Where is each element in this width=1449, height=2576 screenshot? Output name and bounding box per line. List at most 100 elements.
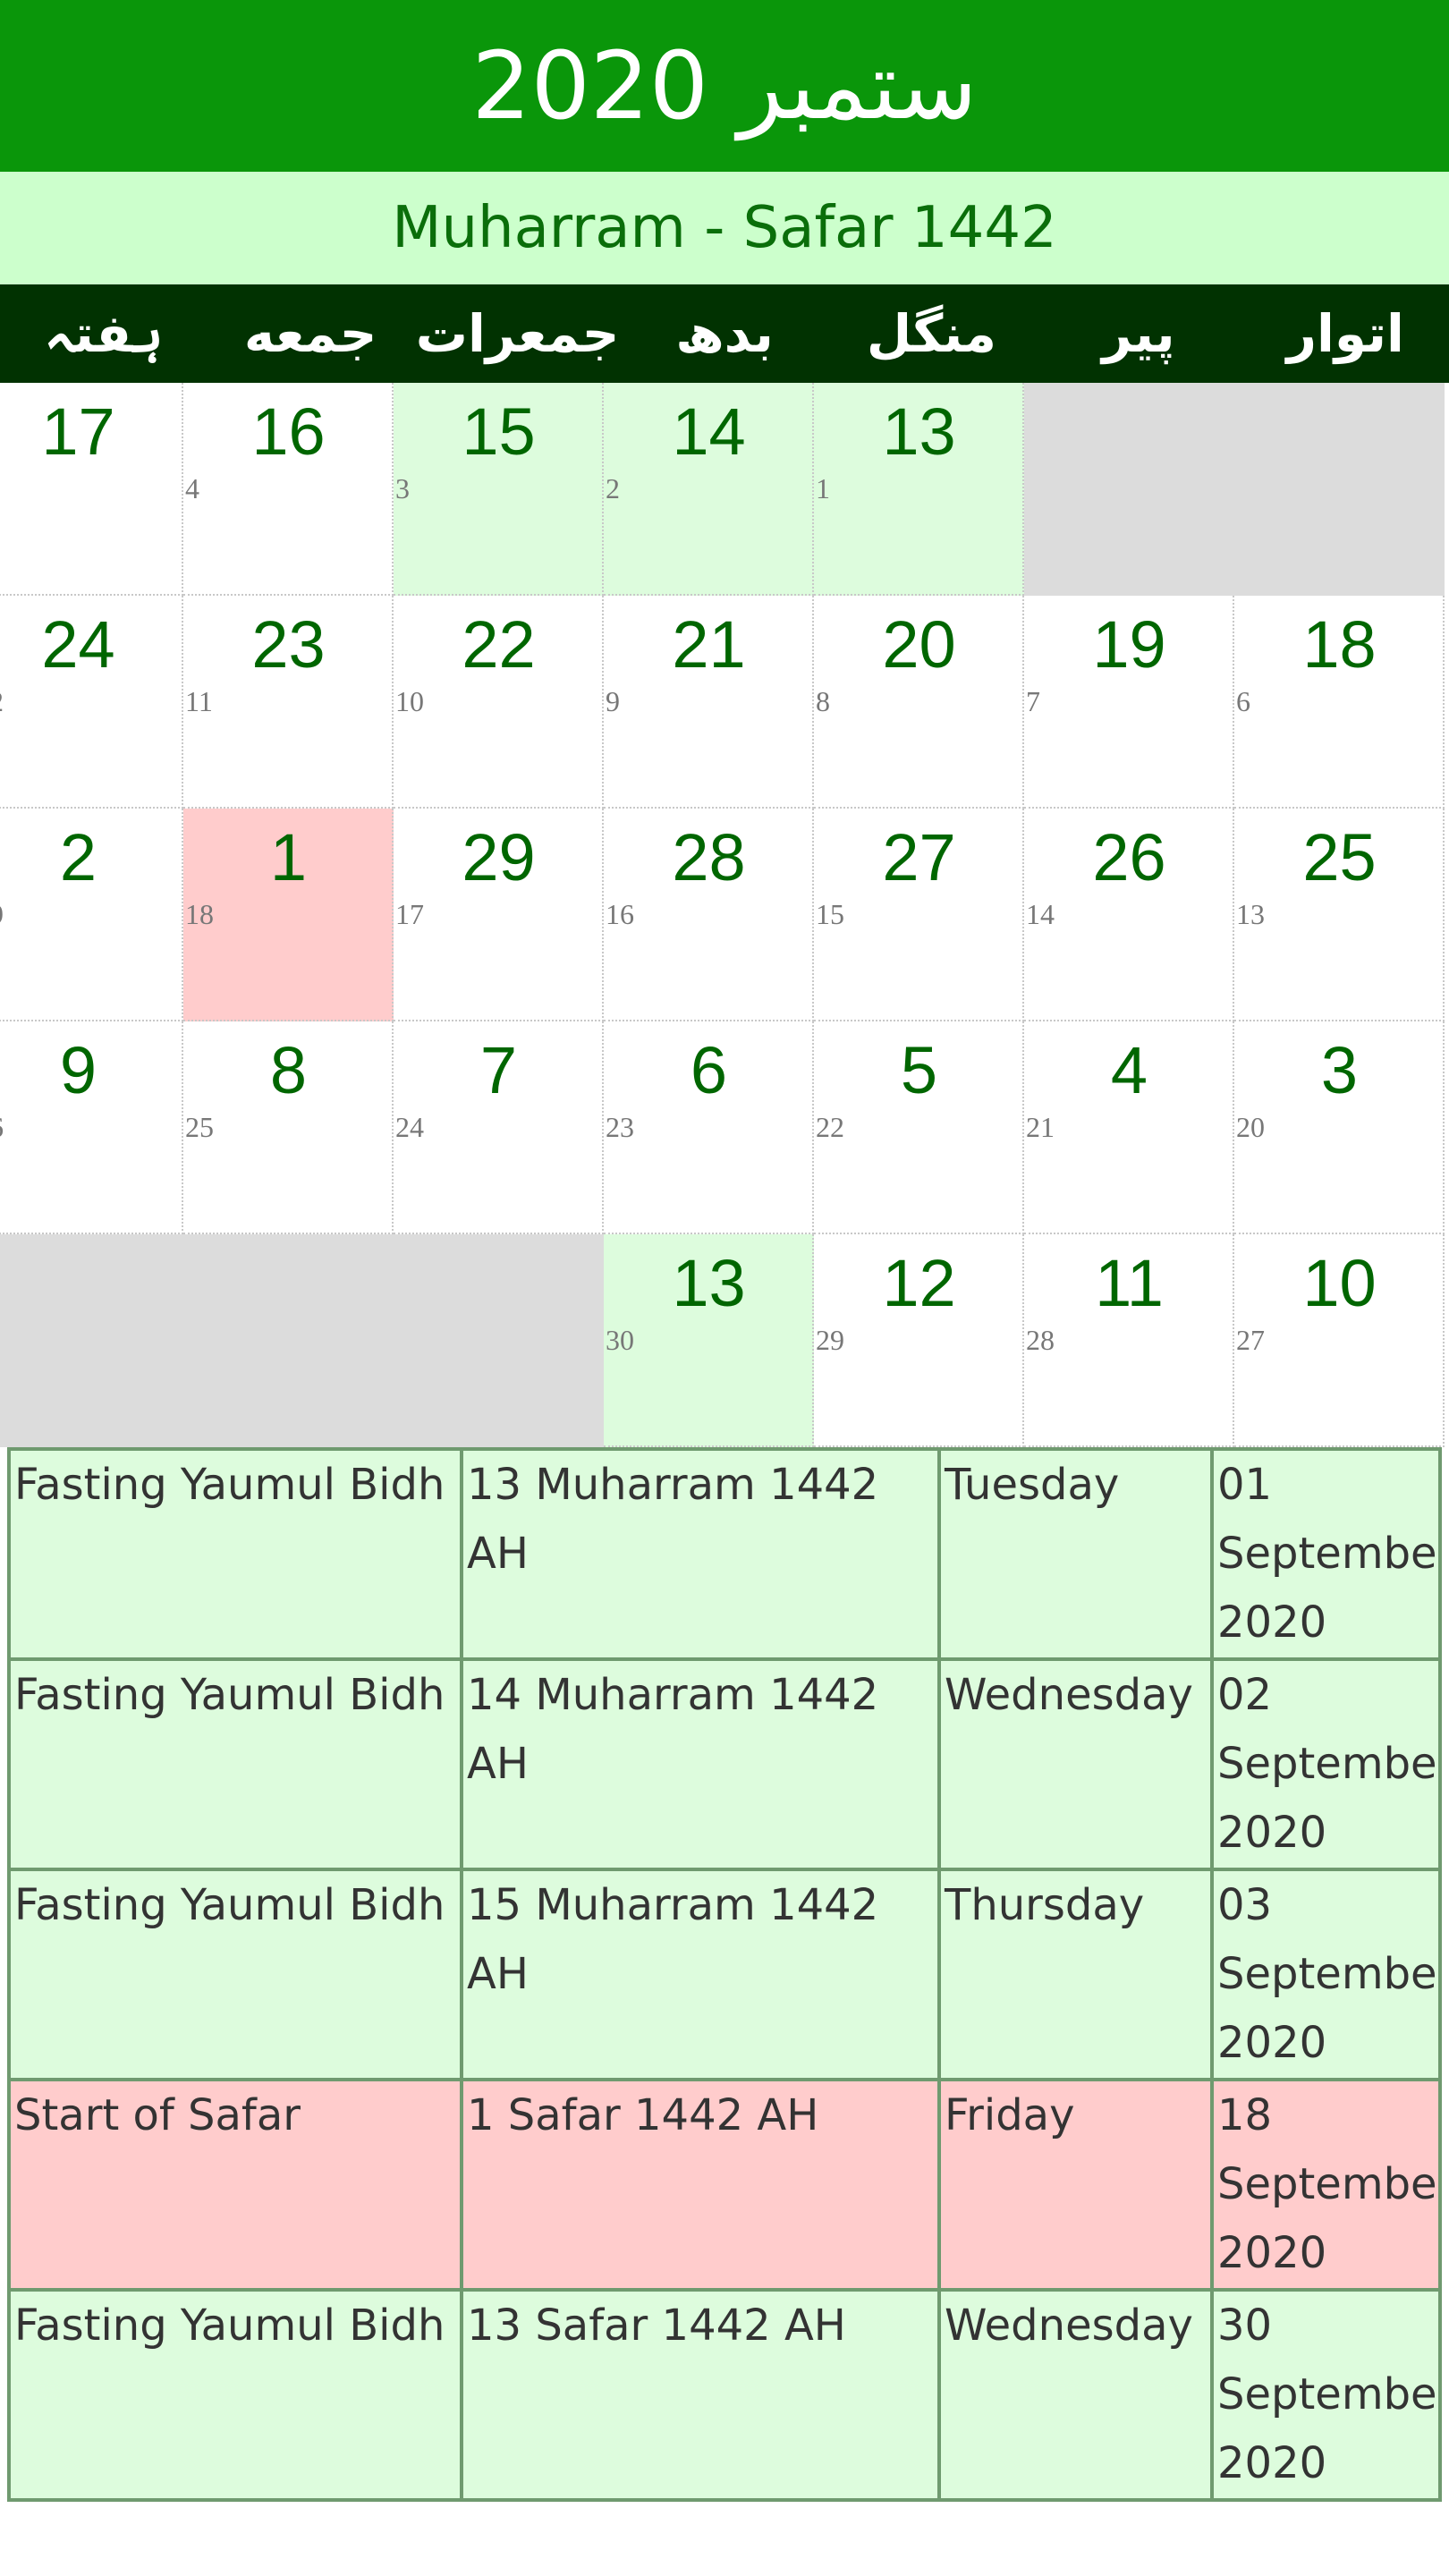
gregorian-day-number: 13: [672, 1246, 746, 1320]
calendar-day-cell[interactable]: 18 6: [1234, 596, 1445, 809]
calendar-day-cell[interactable]: 20 8: [814, 596, 1024, 809]
event-date-part: 03: [1217, 1880, 1273, 1930]
event-name: Fasting Yaumul Bidh: [7, 1447, 463, 1661]
weekday-tuesday: منگل: [866, 303, 996, 364]
calendar-day-cell[interactable]: 4 21: [1024, 1021, 1234, 1234]
calendar-cell-empty: [1234, 383, 1445, 596]
event-gregorian-date: 30 September 2020: [1210, 2288, 1442, 2502]
calendar-day-cell[interactable]: 19 7: [1024, 596, 1234, 809]
calendar-day-cell[interactable]: 1 18: [183, 809, 394, 1021]
event-row: Fasting Yaumul Bidh 13 Safar 1442 AH Wedne…: [7, 2288, 1442, 2502]
gregorian-day-number: 8: [269, 1033, 308, 1107]
weekday-sunday: اتوار: [1286, 303, 1404, 364]
event-date-part: September: [1217, 1529, 1440, 1579]
calendar-day-cell[interactable]: 22 10: [394, 596, 604, 809]
gregorian-day-number: 22: [462, 607, 536, 682]
gregorian-day-number: 18: [1302, 607, 1377, 682]
event-hijri-date: 13 Safar 1442 AH: [460, 2288, 941, 2502]
gregorian-day-number: 26: [1092, 820, 1166, 894]
hijri-day-number: 28: [1026, 1324, 1055, 1356]
hijri-day-number: 26: [0, 1111, 4, 1144]
calendar-day-cell[interactable]: 13 1: [814, 383, 1024, 596]
hijri-day-number: 22: [816, 1111, 844, 1143]
gregorian-day-number: 19: [1092, 607, 1166, 682]
calendar-day-cell[interactable]: 26 14: [1024, 809, 1234, 1021]
event-hijri-date: 14 Muharram 1442 AH: [460, 1657, 941, 1871]
calendar-day-cell[interactable]: 10 27: [1234, 1234, 1445, 1447]
calendar-day-cell[interactable]: 14 2: [604, 383, 814, 596]
gregorian-day-number: 15: [462, 394, 536, 469]
calendar-day-cell[interactable]: 6 23: [604, 1021, 814, 1234]
event-hijri-date: 15 Muharram 1442 AH: [460, 1868, 941, 2081]
gregorian-day-number: 5: [900, 1033, 938, 1107]
event-name: Start of Safar: [7, 2078, 463, 2292]
weekday-saturday: ہفتہ: [44, 303, 164, 364]
weekday-thursday: جمعرات: [415, 303, 620, 364]
calendar-day-cell[interactable]: 16 4: [183, 383, 394, 596]
gregorian-day-number: 9: [59, 1033, 97, 1107]
hijri-day-number: 27: [1236, 1324, 1265, 1356]
calendar-day-cell[interactable]: 25 13: [1234, 809, 1445, 1021]
hijri-day-number: 6: [1236, 685, 1250, 717]
hijri-day-number: 11: [185, 685, 213, 717]
hijri-month-title: Muharram - Safar 1442: [392, 195, 1057, 261]
event-date-part: 02: [1217, 1670, 1273, 1720]
calendar-day-cell[interactable]: 9 26: [0, 1021, 183, 1234]
gregorian-day-number: 29: [462, 820, 536, 894]
event-date-part: 2020: [1217, 2438, 1327, 2488]
hijri-day-number: 14: [1026, 898, 1055, 930]
gregorian-day-number: 25: [1302, 820, 1377, 894]
gregorian-day-number: 3: [1320, 1033, 1359, 1107]
gregorian-day-number: 16: [251, 394, 326, 469]
calendar-day-cell[interactable]: 27 15: [814, 809, 1024, 1021]
calendar-cell-empty: [394, 1234, 604, 1447]
calendar-cell-empty: [183, 1234, 394, 1447]
event-date-part: 2020: [1217, 1808, 1327, 1858]
calendar-cell-empty: [1024, 383, 1234, 596]
calendar-app: ستمبر 2020 Muharram - Safar 1442 اتوار پ…: [0, 0, 1449, 2576]
gregorian-day-number: 2: [59, 820, 97, 894]
gregorian-day-number: 23: [251, 607, 326, 682]
gregorian-day-number: 13: [882, 394, 956, 469]
calendar-day-cell[interactable]: 29 17: [394, 809, 604, 1021]
calendar-day-cell[interactable]: 7 24: [394, 1021, 604, 1234]
calendar-day-cell[interactable]: 12 29: [814, 1234, 1024, 1447]
event-weekday: Friday: [937, 2078, 1214, 2292]
event-hijri-date: 1 Safar 1442 AH: [460, 2078, 941, 2292]
calendar-day-cell[interactable]: 219: [604, 596, 814, 809]
gregorian-day-number: 20: [882, 607, 956, 682]
calendar-day-cell[interactable]: 219: [0, 809, 183, 1021]
calendar-day-cell[interactable]: 3 20: [1234, 1021, 1445, 1234]
calendar-day-cell[interactable]: 5 22: [814, 1021, 1024, 1234]
month-title-bar: ستمبر 2020: [0, 0, 1449, 172]
calendar-day-cell[interactable]: 28 16: [604, 809, 814, 1021]
event-row: Start of Safar 1 Safar 1442 AH Friday 18 Sep…: [7, 2078, 1442, 2292]
hijri-day-number: 15: [816, 898, 844, 930]
hijri-day-number: 18: [185, 898, 214, 930]
hijri-day-number: 16: [606, 898, 634, 930]
calendar-day-cell[interactable]: 24 12: [0, 596, 183, 809]
weekday-header: اتوار پیر منگل بدھ جمعرات جمعه ہفتہ: [0, 284, 1449, 383]
gregorian-day-number: 11: [1095, 1246, 1164, 1320]
event-date-part: 2020: [1217, 2018, 1327, 2068]
hijri-day-number: 2: [606, 472, 620, 504]
hijri-month-bar: Muharram - Safar 1442: [0, 172, 1449, 284]
calendar-day-cell[interactable]: 11 28: [1024, 1234, 1234, 1447]
calendar-day-cell[interactable]: 23 11: [183, 596, 394, 809]
event-row: Fasting Yaumul Bidh 14 Muharram 1442 AH We…: [7, 1657, 1442, 1871]
calendar-day-cell[interactable]: 175: [0, 383, 183, 596]
calendar-day-cell[interactable]: 13 30: [604, 1234, 814, 1447]
calendar-day-cell[interactable]: 15 3: [394, 383, 604, 596]
hijri-day-number: 9: [606, 685, 620, 717]
events-table: Fasting Yaumul Bidh 13 Muharram 1442 AH Tu…: [7, 1447, 1442, 2502]
hijri-day-number: 8: [816, 685, 830, 717]
hijri-day-number: 25: [185, 1111, 214, 1143]
gregorian-day-number: 10: [1302, 1246, 1377, 1320]
calendar-day-cell[interactable]: 8 25: [183, 1021, 394, 1234]
event-date-part: 18: [1217, 2090, 1273, 2140]
hijri-day-number: 4: [185, 472, 199, 504]
gregorian-day-number: 1: [269, 820, 308, 894]
event-name: Fasting Yaumul Bidh: [7, 1657, 463, 1871]
event-gregorian-date: 03 September 2020: [1210, 1868, 1442, 2081]
hijri-day-number: 30: [606, 1324, 634, 1356]
